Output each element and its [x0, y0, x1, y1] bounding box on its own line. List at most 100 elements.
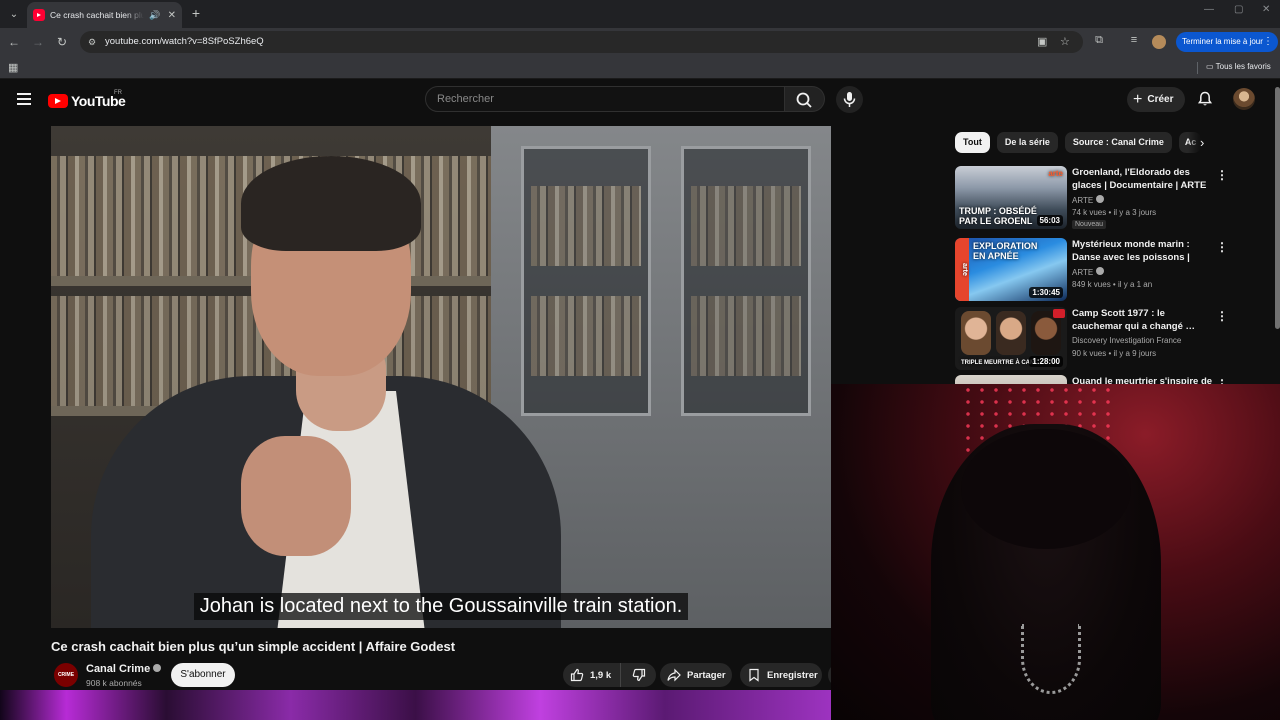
recommendation-channel: Discovery Investigation France — [1072, 336, 1182, 345]
page-scrollbar[interactable] — [1275, 87, 1280, 329]
video-duration: 56:03 — [1036, 215, 1063, 226]
plus-icon: + — [1133, 90, 1143, 108]
channel-avatar-text: CRIME — [57, 672, 75, 678]
arte-logo: arte — [1048, 169, 1063, 178]
thumbnail-caption: EXPLORATION EN APNÉE — [973, 241, 1038, 261]
recommendation-item[interactable]: TRIPLE MEURTRE À CAM 1:28:00 Camp Scott … — [955, 307, 1275, 371]
more-vert-icon[interactable]: ⋮ — [1216, 309, 1228, 323]
chevron-right-icon[interactable]: › — [1200, 135, 1204, 150]
recommendation-title: Groenland, l'Eldorado des glaces | Docum… — [1072, 167, 1207, 191]
extensions-icon[interactable]: ⧉ — [1091, 34, 1107, 47]
bookmark-star-icon[interactable]: ☆ — [1060, 35, 1070, 48]
update-button-label: Terminer la mise à jour — [1182, 37, 1263, 46]
url-text[interactable]: youtube.com/watch?v=8SfPoSZh6eQ — [105, 36, 264, 47]
chip-source[interactable]: Source : Canal Crime — [1064, 132, 1172, 153]
notifications-bell-icon[interactable] — [1196, 90, 1214, 108]
thumbs-down-icon — [632, 668, 645, 682]
media-controls-icon[interactable]: ≡ — [1126, 34, 1142, 46]
profile-icon[interactable] — [1152, 35, 1166, 49]
chip-all[interactable]: Tout — [955, 132, 990, 153]
bookmarks-bar: ▦ ▭ Tous les favoris — [0, 56, 1280, 79]
apps-grid-icon[interactable]: ▦ — [8, 61, 18, 74]
verified-icon — [153, 664, 162, 672]
create-label: Créer — [1147, 94, 1174, 105]
caption-container: Johan is located next to the Goussainvil… — [51, 593, 831, 620]
maximize-button[interactable]: ▢ — [1234, 4, 1243, 15]
speaker-hand — [241, 436, 351, 556]
webcam-overlay — [831, 384, 1280, 720]
bookmark-icon — [749, 668, 759, 682]
video-duration: 1:28:00 — [1029, 356, 1063, 367]
save-button[interactable]: Enregistrer — [740, 663, 822, 687]
tab-list-chevron-icon[interactable]: ⌄ — [4, 4, 24, 24]
minimize-button[interactable]: — — [1204, 4, 1214, 15]
channel-name-text: Canal Crime — [86, 663, 151, 675]
channel-name[interactable]: Canal Crime — [86, 663, 162, 675]
all-bookmarks-folder[interactable]: ▭ Tous les favoris — [1206, 62, 1271, 71]
forward-arrow-icon[interactable]: → — [30, 34, 46, 50]
thumbs-up-icon — [570, 668, 584, 682]
voice-search-button[interactable] — [836, 86, 863, 113]
chip-more[interactable]: Ac — [1178, 132, 1201, 153]
country-code: FR — [114, 90, 122, 96]
tab-close-icon[interactable]: ✕ — [168, 10, 176, 21]
browser-tab[interactable]: Ce crash cachait bien plus q 🔊 ✕ — [27, 2, 182, 28]
channel-avatar[interactable]: CRIME — [54, 663, 78, 687]
site-info-icon[interactable]: ⚙ — [86, 36, 98, 48]
browser-tab-bar: ⌄ Ce crash cachait bien plus q 🔊 ✕ + — ▢… — [0, 0, 1280, 28]
bookmarks-divider — [1197, 62, 1198, 74]
user-avatar[interactable] — [1233, 88, 1255, 110]
address-bar[interactable]: ⚙ youtube.com/watch?v=8SfPoSZh6eQ ▣ ☆ — [80, 31, 1083, 53]
create-button[interactable]: + Créer — [1127, 87, 1185, 112]
youtube-header: YouTube FR Rechercher + Créer — [0, 80, 1280, 122]
chip-series[interactable]: De la série — [996, 132, 1058, 153]
subscriber-count: 908 k abonnés — [86, 678, 142, 688]
recommendation-title: Camp Scott 1977 : le cauchemar qui a cha… — [1072, 308, 1196, 332]
search-input[interactable]: Rechercher — [425, 86, 785, 112]
recommendation-thumbnail[interactable]: TRIPLE MEURTRE À CAM 1:28:00 — [955, 307, 1067, 370]
recommendation-item[interactable]: arte TRUMP : OBSÉDÉ PAR LE GROENL 56:03 … — [955, 166, 1275, 230]
recommendation-title: Mystérieux monde marin : Danse avec les … — [1072, 239, 1190, 263]
cabinet-books — [531, 186, 641, 266]
speaker-hair — [241, 156, 421, 251]
share-button[interactable]: Partager — [660, 663, 732, 687]
caption-text: Johan is located next to the Goussainvil… — [193, 593, 689, 620]
menu-icon[interactable] — [17, 93, 31, 105]
dislike-button[interactable] — [621, 668, 656, 682]
recommendation-thumbnail[interactable]: arte EXPLORATION EN APNÉE 1:30:45 — [955, 238, 1067, 301]
thumbnail-caption: TRIPLE MEURTRE À CAM — [961, 360, 1035, 366]
photo-face — [996, 311, 1026, 355]
close-window-button[interactable]: ✕ — [1262, 4, 1270, 15]
video-title: Ce crash cachait bien plus qu’un simple … — [51, 639, 456, 654]
video-player[interactable]: Johan is located next to the Goussainvil… — [51, 126, 831, 628]
thumbnail-caption: TRUMP : OBSÉDÉ PAR LE GROENL — [959, 206, 1037, 226]
save-label: Enregistrer — [767, 669, 818, 681]
more-vert-icon[interactable]: ⋮ — [1216, 168, 1228, 182]
share-arrow-icon — [667, 668, 681, 682]
reload-icon[interactable]: ↻ — [54, 34, 70, 50]
back-arrow-icon[interactable]: ← — [6, 34, 22, 50]
search-button[interactable] — [785, 86, 825, 112]
video-duration: 1:30:45 — [1029, 287, 1063, 298]
recommendation-thumbnail[interactable]: arte TRUMP : OBSÉDÉ PAR LE GROENL 56:03 — [955, 166, 1067, 229]
browser-toolbar: ← → ↻ ⚙ youtube.com/watch?v=8SfPoSZh6eQ … — [0, 28, 1280, 56]
channel-text: ARTE — [1072, 196, 1094, 205]
new-tab-button[interactable]: + — [188, 5, 204, 21]
more-vert-icon[interactable]: ⋮ — [1263, 32, 1273, 52]
share-label: Partager — [687, 669, 726, 681]
like-dislike-group: 1,9 k — [563, 663, 656, 687]
microphone-icon — [843, 92, 856, 107]
verified-icon — [1096, 195, 1105, 203]
recommendation-item[interactable]: arte EXPLORATION EN APNÉE 1:30:45 Mystér… — [955, 238, 1275, 302]
update-button[interactable]: Terminer la mise à jour ⋮ — [1176, 32, 1278, 52]
like-button[interactable]: 1,9 k — [563, 663, 621, 687]
subscribe-button[interactable]: S'abonner — [171, 663, 235, 687]
install-app-icon[interactable]: ▣ — [1037, 35, 1047, 48]
cabinet-books — [531, 296, 641, 376]
more-vert-icon[interactable]: ⋮ — [1216, 240, 1228, 254]
cabinet-books — [691, 296, 801, 376]
recommendation-meta: 74 k vues • il y a 3 jours — [1072, 208, 1157, 217]
arte-logo: arte — [955, 238, 969, 301]
verified-icon — [1096, 267, 1105, 275]
audio-playing-icon[interactable]: 🔊 — [149, 10, 160, 21]
